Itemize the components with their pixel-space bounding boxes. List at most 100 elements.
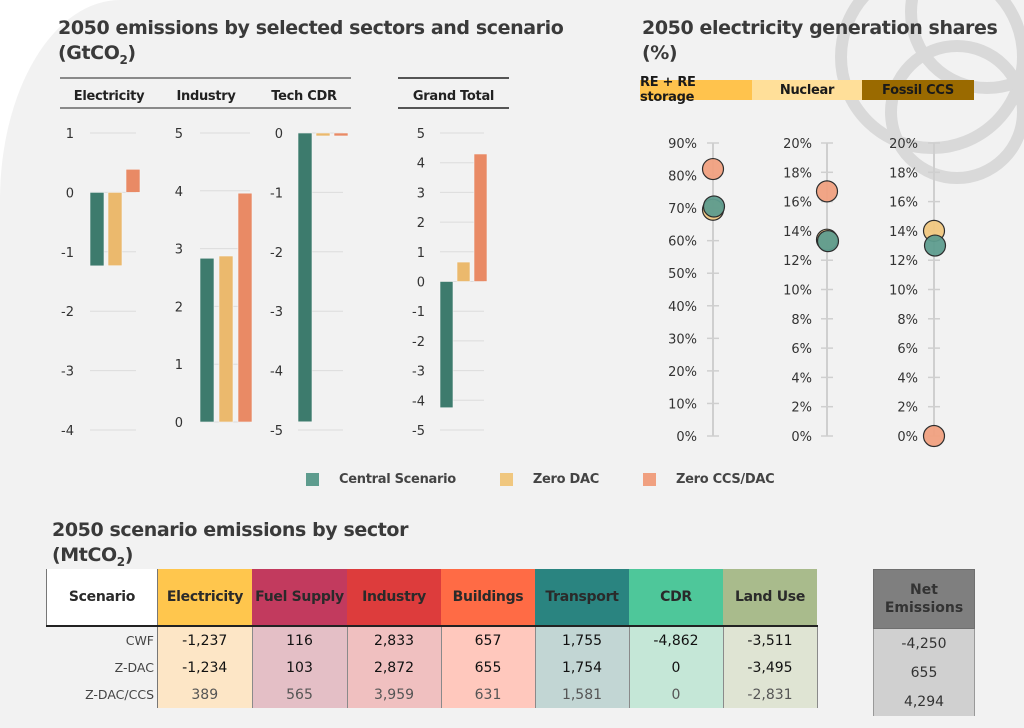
y-tick-label: 0% (791, 430, 812, 445)
y-tick-label: 18% (889, 166, 918, 181)
y-tick-label: 3 (175, 243, 183, 258)
y-tick-label: 10% (889, 284, 918, 299)
y-tick-label: 70% (668, 202, 697, 217)
bar-zero-ccs-dac (237, 192, 253, 423)
col-header-net-emissions: Net Emissions (873, 569, 975, 629)
bar-central-scenario (439, 281, 454, 409)
y-tick-label: -2 (61, 305, 74, 320)
dot-zero-ccs-dac (701, 157, 725, 181)
y-tick-label: 16% (783, 196, 812, 211)
y-tick-label: 1 (175, 358, 183, 373)
value-cell: 655 (441, 654, 536, 681)
legend: Central Scenario Zero DAC Zero CCS/DAC (306, 472, 818, 487)
y-tick-label: -3 (61, 365, 74, 380)
bar-zero-dac (315, 132, 331, 137)
scenario-cell: Z-DAC (46, 654, 158, 681)
scenario-cell: Z-DAC/CCS (46, 681, 158, 708)
value-cell: 2,833 (347, 626, 442, 654)
dot-central-scenario (702, 195, 726, 218)
value-cell: 1,581 (535, 681, 630, 708)
y-tick-label: 50% (668, 267, 697, 282)
col-header-industry: Industry (347, 569, 441, 626)
dot-zero-ccs-dac (815, 180, 839, 203)
y-tick-label: 6% (897, 342, 918, 357)
y-tick-label: 1 (66, 127, 74, 142)
dot-zero-ccs-dac (922, 424, 946, 448)
value-cell: 0 (629, 681, 724, 708)
y-tick-label: 0% (676, 430, 697, 445)
y-tick-label: 4% (791, 371, 812, 386)
bar-central-scenario (297, 132, 313, 423)
col-header-transport: Transport (535, 569, 629, 626)
y-tick-label: 10% (783, 284, 812, 299)
y-tick-label: 16% (889, 196, 918, 211)
legend-swatch-zero-dac (499, 473, 513, 486)
y-tick-label: 0 (175, 416, 183, 431)
net-cell: -4,250 (873, 628, 975, 658)
y-tick-label: 2 (417, 216, 425, 231)
bar-central-scenario (199, 257, 215, 423)
y-tick-label: 2% (791, 401, 812, 416)
value-cell: 565 (252, 681, 348, 708)
bar-central-scenario (89, 192, 105, 267)
value-cell: 103 (252, 654, 348, 681)
y-tick-label: 10% (668, 397, 697, 412)
legend-swatch-zero-ccs-dac (643, 473, 657, 486)
bar-zero-ccs-dac (333, 132, 349, 137)
net-emissions-table: Net Emissions -4,250 655 4,294 (873, 569, 975, 716)
y-tick-label: 12% (783, 254, 812, 269)
y-tick-label: 3 (417, 186, 425, 201)
y-tick-label: 6% (791, 342, 812, 357)
y-tick-label: 8% (897, 313, 918, 328)
y-tick-label: 18% (783, 166, 812, 181)
value-cell: 3,959 (347, 681, 442, 708)
table-row: Z-DAC -1,234 103 2,872 655 1,754 0 -3,495 (46, 654, 818, 681)
value-cell: 389 (157, 681, 253, 708)
col-header-cdr: CDR (629, 569, 723, 626)
table-title: 2050 scenario emissions by sector (MtCO2… (52, 518, 408, 575)
y-tick-label: 14% (783, 225, 812, 240)
bar-zero-ccs-dac (125, 168, 141, 193)
y-tick-label: 40% (668, 300, 697, 315)
y-tick-label: 20% (783, 137, 812, 152)
value-cell: 0 (629, 654, 724, 681)
col-header-scenario: Scenario (46, 569, 158, 626)
y-tick-label: -2 (270, 246, 283, 261)
legend-item-zero-ccs-dac: Zero CCS/DAC (643, 472, 775, 487)
table-title-line1: 2050 scenario emissions by sector (52, 519, 409, 541)
y-tick-label: 1 (417, 246, 425, 261)
value-cell: 631 (441, 681, 536, 708)
y-tick-label: -4 (412, 394, 425, 409)
value-cell: 116 (252, 626, 348, 654)
y-tick-label: -1 (412, 305, 425, 320)
value-cell: -2,831 (723, 681, 818, 708)
y-tick-label: 20% (668, 365, 697, 380)
col-header-buildings: Buildings (441, 569, 535, 626)
y-tick-label: -3 (412, 365, 425, 380)
y-tick-label: 0 (417, 276, 425, 291)
value-cell: 1,755 (535, 626, 630, 654)
value-cell: -3,495 (723, 654, 818, 681)
bar-zero-dac (456, 261, 471, 282)
col-header-electricity: Electricity (157, 569, 252, 626)
y-tick-label: -4 (270, 365, 283, 380)
legend-item-zero-dac: Zero DAC (499, 472, 600, 487)
y-tick-label: 0 (275, 127, 283, 142)
y-tick-label: 30% (668, 332, 697, 347)
y-tick-label: 2 (175, 300, 183, 315)
net-cell: 4,294 (873, 687, 975, 716)
y-tick-label: 2% (897, 401, 918, 416)
y-tick-label: 14% (889, 225, 918, 240)
bar-zero-dac (107, 192, 123, 266)
value-cell: -1,237 (157, 626, 253, 654)
legend-swatch-central (306, 473, 319, 486)
y-tick-label: -1 (270, 186, 283, 201)
col-header-land-use: Land Use (723, 569, 817, 626)
value-cell: 2,872 (347, 654, 442, 681)
y-tick-label: 5 (417, 127, 425, 142)
legend-label-zero-dac: Zero DAC (532, 472, 600, 487)
value-cell: 657 (441, 626, 536, 654)
value-cell: -4,862 (629, 626, 724, 654)
legend-label-zero-ccs-dac: Zero CCS/DAC (676, 472, 775, 487)
y-tick-label: 5 (175, 127, 183, 142)
